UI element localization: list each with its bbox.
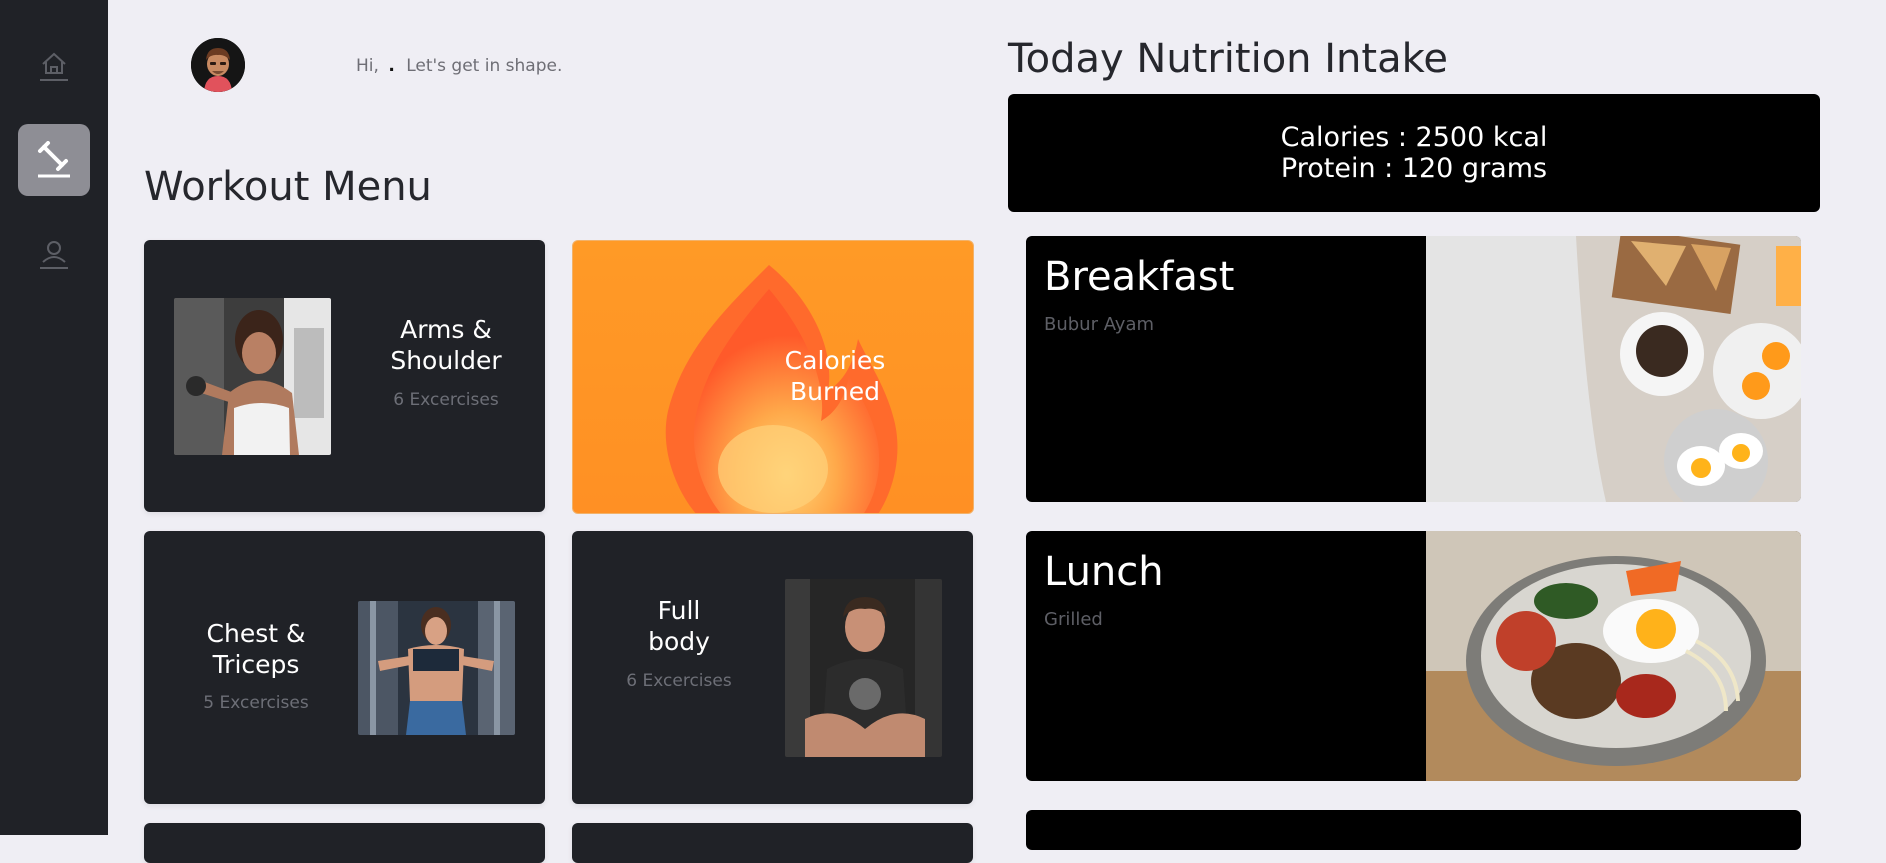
workout-card-partial-1[interactable] — [144, 823, 545, 863]
home-icon — [40, 52, 68, 81]
sidebar-item-workout[interactable] — [18, 124, 90, 196]
full-body-count: 6 Excercises — [626, 671, 732, 691]
breakfast-title: Breakfast — [1044, 254, 1235, 300]
sidebar-item-home[interactable] — [18, 30, 90, 102]
nutrition-summary: Calories : 2500 kcal Protein : 120 grams — [1008, 94, 1820, 212]
breakfast-item: Bubur Ayam — [1044, 314, 1155, 335]
chest-triceps-title: Chest & Triceps — [206, 619, 306, 679]
dumbbell-icon — [38, 141, 70, 178]
calories-burned-card[interactable]: Calories Burned — [572, 240, 974, 514]
lunch-photo — [1426, 531, 1801, 781]
calories-intake: Calories : 2500 kcal — [1280, 122, 1548, 153]
chest-triceps-photo — [358, 601, 515, 735]
arms-shoulder-title: Arms & Shoulder — [390, 315, 502, 375]
sidebar-item-profile[interactable] — [18, 218, 90, 290]
greeting-suffix: Let's get in shape. — [406, 56, 563, 76]
meal-card-lunch[interactable]: Lunch Grilled — [1026, 531, 1801, 781]
workout-menu-title: Workout Menu — [144, 164, 432, 210]
full-body-photo — [785, 579, 942, 757]
user-name: . — [388, 56, 395, 76]
meal-card-breakfast[interactable]: Breakfast Bubur Ayam — [1026, 236, 1801, 502]
greeting-prefix: Hi, — [356, 56, 379, 76]
lunch-title: Lunch — [1044, 549, 1164, 595]
chest-triceps-count: 5 Excercises — [203, 693, 309, 713]
workout-card-chest-triceps[interactable]: Chest & Triceps 5 Excercises — [144, 531, 545, 804]
workout-card-full-body[interactable]: Full body 6 Excercises — [572, 531, 973, 804]
greeting: Hi, . Let's get in shape. — [356, 56, 562, 76]
full-body-title: Full body — [648, 596, 710, 656]
arms-shoulder-photo — [174, 298, 331, 455]
nutrition-title: Today Nutrition Intake — [1008, 36, 1448, 82]
arms-shoulder-count: 6 Excercises — [393, 390, 499, 410]
breakfast-photo — [1426, 236, 1801, 502]
avatar[interactable] — [191, 38, 245, 92]
workout-card-partial-2[interactable] — [572, 823, 973, 863]
calories-burned-title: Calories Burned — [784, 346, 886, 406]
lunch-item: Grilled — [1044, 609, 1103, 630]
protein-intake: Protein : 120 grams — [1280, 153, 1548, 184]
meal-card-partial[interactable] — [1026, 810, 1801, 850]
workout-card-arms-shoulder[interactable]: Arms & Shoulder 6 Excercises — [144, 240, 545, 512]
profile-icon — [40, 241, 68, 269]
sidebar — [0, 0, 108, 835]
